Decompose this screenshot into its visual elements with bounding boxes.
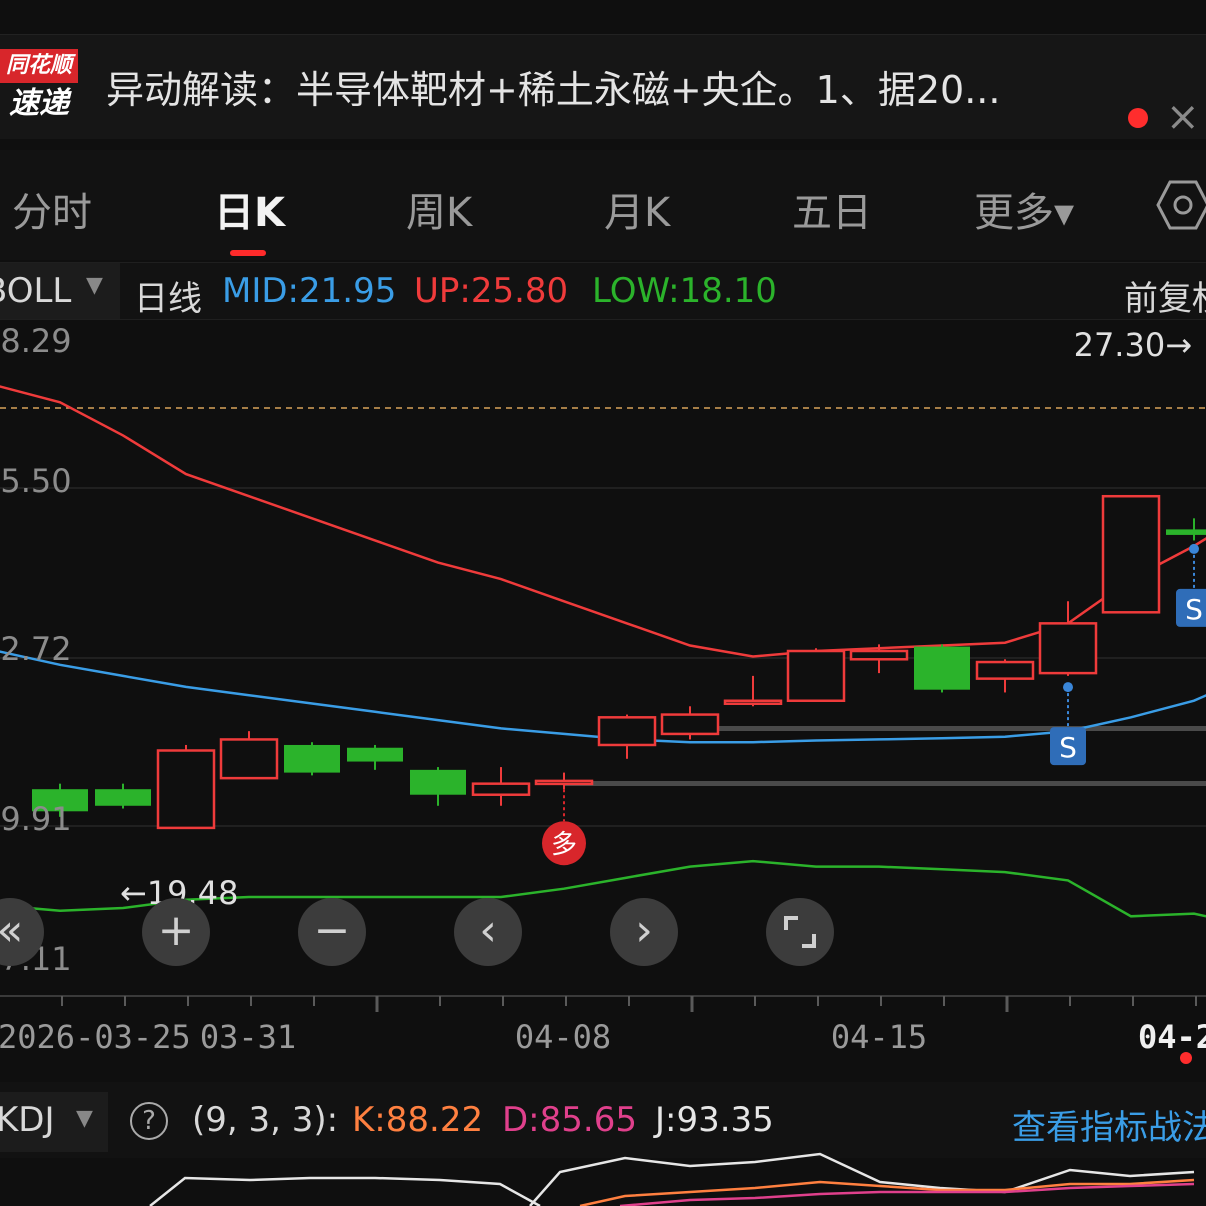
- candle-body: [849, 649, 909, 661]
- candle-body: [347, 747, 403, 762]
- sell-signal-label: S: [1059, 731, 1077, 764]
- boll-upper-line: [0, 385, 1206, 658]
- tab-monthly-k[interactable]: 月K: [604, 180, 670, 238]
- boll-up-value: UP:25.80: [414, 271, 569, 311]
- x-axis-ticks: [61, 996, 1197, 1012]
- double-chevron-left-icon: «: [0, 905, 23, 956]
- candle-body: [597, 716, 657, 747]
- top-status-strip: [0, 0, 1206, 34]
- news-banner[interactable]: 同花顺 速递 异动解读：半导体靶材+稀土永磁+央企。1、据20... ×: [0, 34, 1206, 140]
- tab-more[interactable]: 更多▾: [974, 180, 1074, 238]
- candle-body: [1038, 622, 1098, 675]
- kdj-d-value: D:85.65: [502, 1100, 637, 1140]
- candle-body: [284, 744, 340, 773]
- candle-body: [723, 699, 783, 705]
- support-line: [690, 726, 1206, 731]
- period-tabs: 分时 日K 周K 月K 五日 更多▾: [0, 150, 1206, 260]
- kdj-info-bar: KDJ ▼ ? (9, 3, 3): K:88.22 D:85.65 J:93.…: [0, 1082, 1206, 1158]
- zoom-in-button[interactable]: +: [142, 898, 210, 966]
- buy-signal-label: 多: [551, 830, 577, 860]
- help-icon[interactable]: ?: [130, 1102, 168, 1140]
- kdj-params: (9, 3, 3):: [192, 1100, 339, 1140]
- candle-body: [1101, 494, 1161, 614]
- candle-body: [914, 646, 970, 690]
- tab-five-day[interactable]: 五日: [792, 180, 872, 238]
- ths-logo: 同花顺 速递: [0, 49, 78, 125]
- news-headline[interactable]: 异动解读：半导体靶材+稀土永磁+央企。1、据20...: [106, 59, 1106, 114]
- x-axis-label: 04-08: [515, 1018, 611, 1056]
- chevron-right-icon: ›: [635, 905, 653, 956]
- fullscreen-button[interactable]: [766, 898, 834, 966]
- tab-daily-k[interactable]: 日K: [214, 180, 285, 238]
- x-axis-label: 03-31: [200, 1018, 296, 1056]
- x-axis-label: 2026-03-25: [0, 1018, 191, 1056]
- boll-mid-value: MID:21.95: [222, 271, 397, 311]
- indicator-info-bar: BOLL ▼ 日线 MID:21.95 UP:25.80 LOW:18.10 前…: [0, 262, 1206, 320]
- logo-top-text: 同花顺: [0, 49, 78, 83]
- period-label: 日线: [134, 279, 202, 319]
- scroll-left-button[interactable]: ‹: [454, 898, 522, 966]
- candle-body: [219, 738, 279, 780]
- candle-body: [1166, 529, 1206, 535]
- y-tick-label: 28.29: [0, 322, 72, 360]
- kdj-k-value: K:88.22: [352, 1100, 484, 1140]
- y-tick-label: 22.72: [0, 630, 72, 668]
- candles: [32, 494, 1206, 830]
- y-tick-label: 19.91: [0, 800, 72, 838]
- kdj-j-line-right: [529, 1152, 1195, 1206]
- kdj-selector[interactable]: KDJ ▼: [0, 1092, 108, 1152]
- candle-body: [975, 660, 1035, 680]
- x-axis-labels: 2026-03-2503-31 04-08 04-15 04-22: [0, 1018, 1206, 1056]
- candle-body: [534, 779, 594, 786]
- indicator-name: BOLL: [0, 271, 72, 311]
- candle-body: [660, 713, 720, 736]
- minus-icon: −: [313, 905, 351, 956]
- boll-selector[interactable]: BOLL ▼: [0, 263, 120, 319]
- chevron-down-icon: ▼: [76, 1106, 93, 1131]
- zoom-out-button[interactable]: −: [298, 898, 366, 966]
- candle-body: [156, 749, 216, 830]
- unread-dot-icon: [1128, 108, 1148, 128]
- boll-lines: [0, 385, 1206, 918]
- x-axis-label: 04-15: [831, 1018, 927, 1056]
- active-tab-indicator: [230, 250, 266, 256]
- candlestick-chart[interactable]: 28.2925.5022.7219.9117.11 多SS 27.30→ ←19…: [0, 318, 1206, 1080]
- view-indicator-strategy-link[interactable]: 查看指标战法: [1012, 1100, 1206, 1149]
- candle-body: [95, 789, 151, 806]
- fullscreen-icon: [784, 916, 816, 948]
- adjust-mode-button[interactable]: 前复权: [1124, 271, 1206, 320]
- support-line: [565, 781, 1206, 786]
- candle-body: [471, 782, 531, 796]
- boll-low-value: LOW:18.10: [592, 271, 777, 311]
- kdj-j-line: [149, 1176, 541, 1206]
- tab-intraday[interactable]: 分时: [12, 180, 92, 238]
- candle-body: [786, 649, 846, 702]
- kdj-j-value: J:93.35: [655, 1100, 774, 1140]
- tab-weekly-k[interactable]: 周K: [406, 180, 472, 238]
- sell-signal-label: S: [1185, 593, 1203, 626]
- chevron-down-icon: ▼: [86, 273, 103, 298]
- y-axis-labels: 28.2925.5022.7219.9117.11: [0, 322, 72, 978]
- y-tick-label: 25.50: [0, 462, 72, 500]
- max-price-label: 27.30→: [1074, 326, 1192, 364]
- latest-date-dot-icon: [1180, 1052, 1192, 1064]
- settings-hexagon-icon[interactable]: [1156, 180, 1206, 230]
- candle-body: [410, 769, 466, 795]
- chevron-left-icon: ‹: [479, 905, 497, 956]
- scroll-right-button[interactable]: ›: [610, 898, 678, 966]
- plus-icon: +: [157, 905, 195, 956]
- close-news-button[interactable]: ×: [1166, 91, 1200, 143]
- kdj-chart: [149, 1152, 1195, 1206]
- kdj-indicator-name: KDJ: [0, 1100, 55, 1140]
- logo-bottom-text: 速递: [9, 86, 69, 121]
- x-axis-label: 04-22: [1138, 1018, 1206, 1056]
